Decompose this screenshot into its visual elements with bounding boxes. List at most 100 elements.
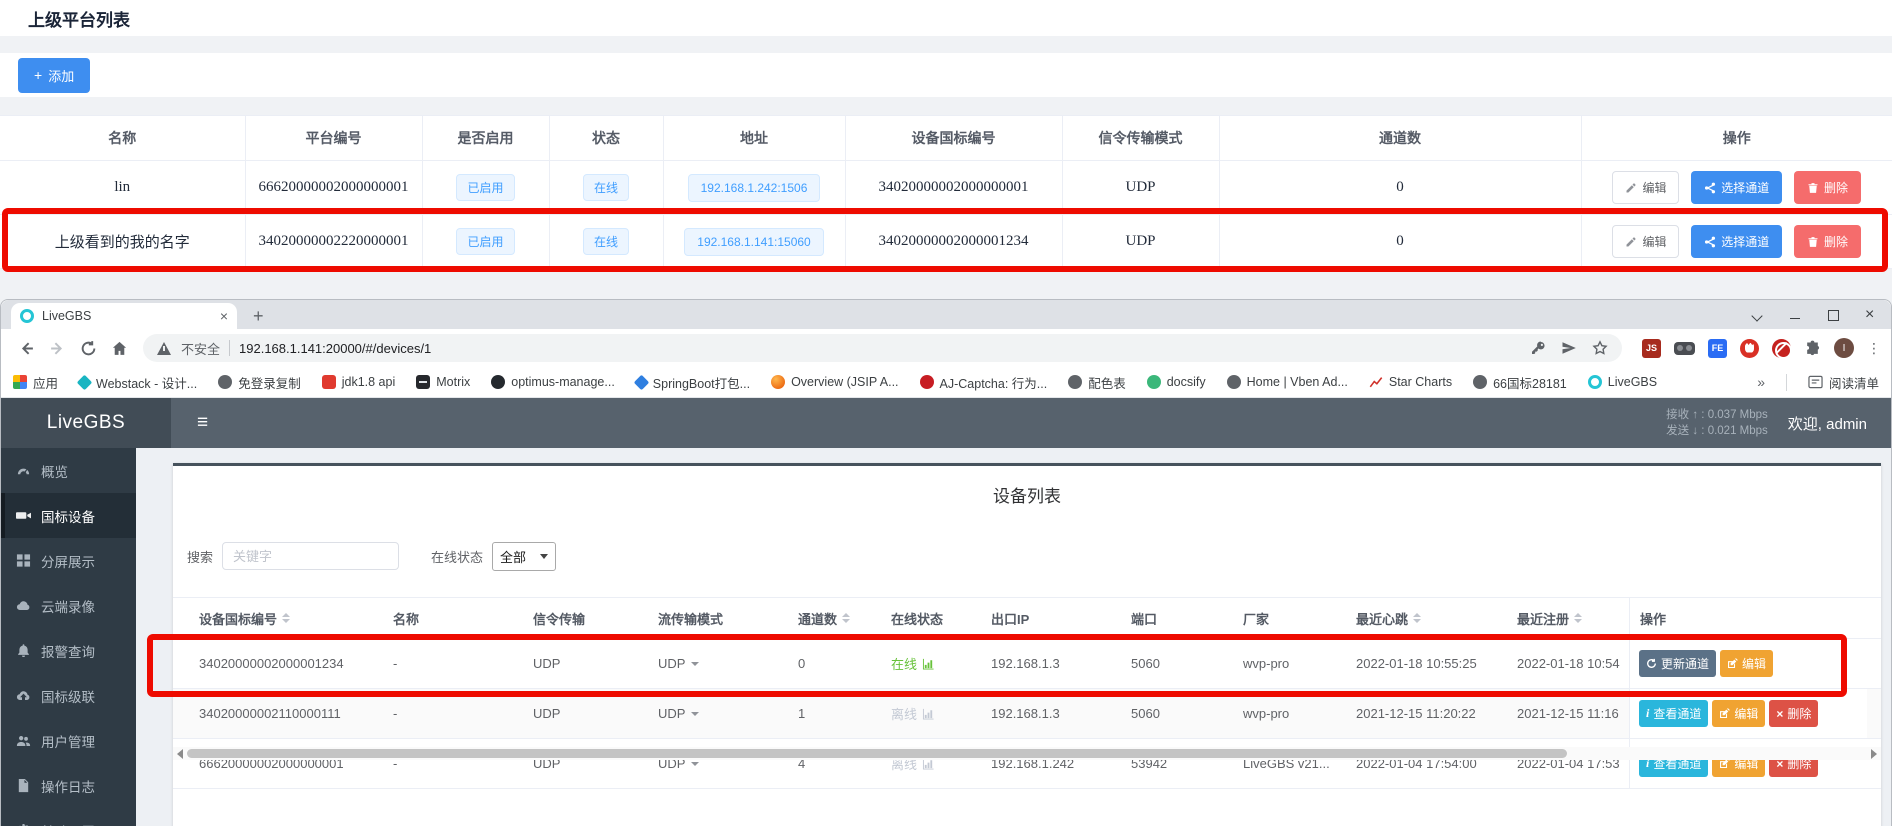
bookmark[interactable]: Overview (JSIP A... <box>771 375 898 389</box>
bookmark[interactable]: 免登录复制 <box>218 373 301 392</box>
scroll-right-icon[interactable] <box>1871 749 1877 759</box>
browser-tab[interactable]: LiveGBS <box>11 303 237 329</box>
bookmark[interactable]: SpringBoot打包... <box>636 373 750 392</box>
sidebar-item-user-management[interactable]: 用户管理 <box>1 718 136 763</box>
bookmark[interactable]: docsify <box>1147 375 1206 389</box>
minimize-icon[interactable] <box>1789 309 1801 321</box>
edit-button[interactable]: 编辑 <box>1612 171 1679 204</box>
cell-transport: UDP <box>1062 161 1219 215</box>
col-device-gb-id[interactable]: 设备国标编号 <box>173 609 393 628</box>
view-channels-button[interactable]: 查看通道 <box>1639 700 1708 727</box>
key-icon[interactable] <box>1530 340 1546 356</box>
new-tab-button[interactable] <box>253 303 264 329</box>
sidebar-item-basic-config[interactable]: 基础配置 <box>1 808 136 826</box>
puzzle-icon[interactable] <box>1804 340 1821 357</box>
horizontal-scrollbar[interactable] <box>173 747 1881 760</box>
chart-icon <box>1369 375 1383 389</box>
send-icon[interactable] <box>1561 340 1577 356</box>
col-heartbeat[interactable]: 最近心跳 <box>1356 609 1517 628</box>
bookmark[interactable]: AJ-Captcha: 行为... <box>920 373 1048 392</box>
sort-icon[interactable] <box>1574 613 1582 623</box>
home-icon[interactable] <box>111 340 128 357</box>
online-status-link[interactable]: 离线 <box>891 704 991 723</box>
scrollbar-thumb[interactable] <box>187 749 1567 758</box>
panel-title: 设备列表 <box>173 466 1881 503</box>
network-stats: 接收 ↑ : 0.037 Mbps 发送 ↓ : 0.021 Mbps <box>1666 407 1768 439</box>
sort-icon[interactable] <box>842 613 850 623</box>
delete-button[interactable]: 删除 <box>1794 171 1861 204</box>
sidebar-item-split-screen[interactable]: 分屏展示 <box>1 538 136 583</box>
window-menu-icon[interactable] <box>1751 309 1763 321</box>
browser-menu-icon[interactable] <box>1867 340 1881 357</box>
bookmark[interactable]: Home | Vben Ad... <box>1227 375 1348 389</box>
tab-strip: LiveGBS <box>1 300 1891 329</box>
blocker-extension-icon[interactable] <box>1740 339 1759 358</box>
bookmark[interactable]: Webstack - 设计... <box>79 373 197 392</box>
bookmark[interactable]: jdk1.8 api <box>322 375 396 389</box>
table-row: lin 66620000002000000001 已启用 在线 192.168.… <box>0 161 1892 215</box>
sidebar-item-cascade[interactable]: 国标级联 <box>1 673 136 718</box>
sidebar-item-operation-log[interactable]: 操作日志 <box>1 763 136 808</box>
edit-button[interactable]: 编辑 <box>1720 650 1773 677</box>
info-icon <box>1646 706 1649 721</box>
search-input[interactable] <box>222 542 399 570</box>
js-extension-icon[interactable]: JS <box>1642 339 1661 358</box>
not-secure-icon <box>157 342 172 355</box>
scroll-left-icon[interactable] <box>177 749 183 759</box>
add-button[interactable]: 添加 <box>18 58 90 93</box>
bookmark[interactable]: 配色表 <box>1068 373 1126 392</box>
incognito-extension-icon[interactable] <box>1674 342 1695 355</box>
springboot-icon <box>634 374 650 390</box>
back-icon[interactable] <box>18 340 35 357</box>
livegbs-icon <box>1588 375 1602 389</box>
sidebar-item-devices[interactable]: 国标设备 <box>1 493 136 538</box>
sidebar-item-alarm-query[interactable]: 报警查询 <box>1 628 136 673</box>
tab-close-icon[interactable] <box>220 308 228 324</box>
url-text: 192.168.1.141:20000/#/devices/1 <box>239 341 431 356</box>
bookmark[interactable]: 66国标28181 <box>1473 373 1567 392</box>
bookmarks-bar: 应用 Webstack - 设计... 免登录复制 jdk1.8 api Mot… <box>1 367 1891 398</box>
delete-button[interactable]: 删除 <box>1769 700 1818 727</box>
sort-icon[interactable] <box>282 613 290 623</box>
cloud-upload-icon <box>16 688 31 703</box>
stream-mode-dropdown[interactable]: UDP <box>658 706 798 721</box>
stream-mode-dropdown[interactable]: UDP <box>658 656 798 671</box>
adblock-extension-icon[interactable] <box>1772 339 1791 358</box>
edit-button[interactable]: 编辑 <box>1712 700 1765 727</box>
hamburger-icon[interactable] <box>197 412 208 434</box>
sidebar-item-cloud-recording[interactable]: 云端录像 <box>1 583 136 628</box>
cell-gb-id: 34020000002000001234 <box>173 656 393 671</box>
reload-icon[interactable] <box>80 340 97 357</box>
col-channels[interactable]: 通道数 <box>798 609 891 628</box>
select-channel-button[interactable]: 选择通道 <box>1691 225 1782 258</box>
screen: 上级平台列表 添加 名称 平台编号 是否启用 状态 地址 设备国标编号 信令传输… <box>0 0 1892 826</box>
bookmark[interactable]: optimus-manage... <box>491 375 615 389</box>
bookmark[interactable]: LiveGBS <box>1588 375 1657 389</box>
reading-list-button[interactable]: 阅读清单 <box>1808 373 1879 392</box>
profile-avatar[interactable]: I <box>1834 338 1854 358</box>
sidebar-item-overview[interactable]: 概览 <box>1 448 136 493</box>
app-header: LiveGBS 接收 ↑ : 0.037 Mbps 发送 ↓ : 0.021 M… <box>1 398 1891 448</box>
forward-icon[interactable] <box>49 340 66 357</box>
edit-button[interactable]: 编辑 <box>1612 225 1679 258</box>
fe-extension-icon[interactable]: FE <box>1708 339 1727 358</box>
bookmark[interactable]: Star Charts <box>1369 375 1452 389</box>
close-icon[interactable] <box>1865 309 1877 321</box>
motrix-icon <box>416 375 430 389</box>
share-icon <box>1704 236 1716 248</box>
url-bar[interactable]: 不安全 192.168.1.141:20000/#/devices/1 <box>143 334 1622 362</box>
online-status-link[interactable]: 在线 <box>891 654 991 673</box>
platform-titlebar: 上级平台列表 <box>0 0 1892 36</box>
sort-icon[interactable] <box>1413 613 1421 623</box>
star-icon[interactable] <box>1592 340 1608 356</box>
bookmark[interactable]: Motrix <box>416 375 470 389</box>
cell-name: lin <box>0 161 245 215</box>
maximize-icon[interactable] <box>1827 309 1839 321</box>
select-channel-button[interactable]: 选择通道 <box>1691 171 1782 204</box>
col-registered[interactable]: 最近注册 <box>1517 609 1637 628</box>
bookmark-apps[interactable]: 应用 <box>13 373 58 392</box>
bookmarks-overflow-icon[interactable] <box>1757 374 1765 390</box>
delete-button[interactable]: 删除 <box>1794 225 1861 258</box>
online-filter-select[interactable]: 全部 <box>492 542 556 571</box>
update-channels-button[interactable]: 更新通道 <box>1639 650 1716 677</box>
